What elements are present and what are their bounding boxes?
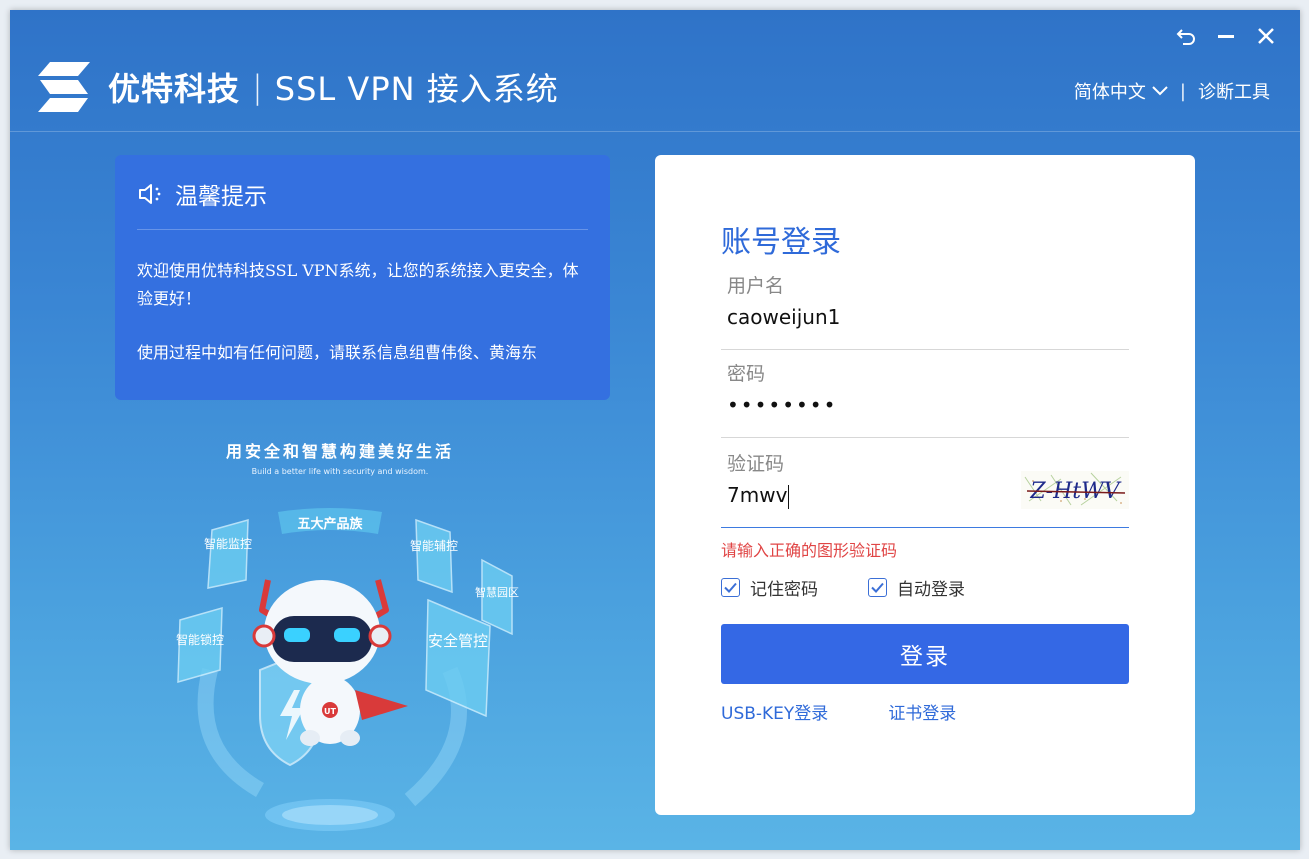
robot-badge-text: UT bbox=[324, 707, 336, 716]
tips-body: 欢迎使用优特科技SSL VPN系统，让您的系统接入更安全，体验更好！ 使用过程中… bbox=[137, 257, 588, 367]
card-label: 智能锁控 bbox=[176, 632, 224, 647]
tips-welcome-text: 欢迎使用优特科技SSL VPN系统，让您的系统接入更安全，体验更好！ bbox=[137, 261, 579, 308]
captcha-input[interactable]: 7mwv bbox=[727, 483, 790, 509]
window-controls bbox=[1172, 24, 1280, 48]
product-banner: 五大产品族 bbox=[278, 508, 382, 534]
robot-illustration: 五大产品族 智能监控 智能辅控 智慧园区 智能锁控 安全管控 UT bbox=[176, 508, 519, 831]
password-input[interactable]: •••••••• bbox=[727, 393, 837, 417]
login-button[interactable]: 登录 bbox=[721, 624, 1129, 684]
card-label: 智能监控 bbox=[204, 536, 252, 551]
card-label: 安全管控 bbox=[428, 632, 488, 650]
feature-card: 智能辅控 bbox=[410, 518, 458, 594]
minimize-icon[interactable] bbox=[1212, 24, 1240, 48]
usb-key-login-link[interactable]: USB-KEY登录 bbox=[721, 699, 828, 724]
promo-illustration: 用安全和智慧构建美好生活 Build a better life with se… bbox=[150, 420, 530, 840]
feature-card: 智能监控 bbox=[204, 519, 252, 589]
tips-header: 温馨提示 bbox=[137, 177, 267, 211]
tips-panel: 温馨提示 欢迎使用优特科技SSL VPN系统，让您的系统接入更安全，体验更好！ … bbox=[115, 155, 610, 400]
header-actions: 简体中文 | 诊断工具 bbox=[1074, 78, 1270, 104]
remember-password-checkbox[interactable]: 记住密码 bbox=[721, 575, 818, 600]
remember-password-label: 记住密码 bbox=[750, 580, 818, 600]
tips-contact-text: 使用过程中如有任何问题，请联系信息组曹伟俊、黄海东 bbox=[137, 343, 538, 362]
password-label: 密码 bbox=[727, 363, 766, 385]
username-label: 用户名 bbox=[727, 275, 785, 297]
feature-card: 安全管控 bbox=[425, 598, 491, 718]
header-separator: | bbox=[1179, 80, 1186, 102]
app-title: 优特科技 | SSL VPN 接入系统 bbox=[108, 64, 559, 110]
vpn-client-window: 优特科技 | SSL VPN 接入系统 简体中文 | 诊断工具 温馨提示 欢迎使… bbox=[10, 10, 1300, 850]
captcha-image[interactable]: Z-HtWV bbox=[1021, 471, 1129, 509]
speaker-icon bbox=[139, 184, 161, 204]
header-divider bbox=[10, 131, 1300, 132]
diagnostic-tool-link[interactable]: 诊断工具 bbox=[1198, 78, 1270, 104]
text-caret bbox=[788, 484, 790, 509]
product-name: SSL VPN 接入系统 bbox=[274, 70, 559, 108]
company-name: 优特科技 bbox=[108, 70, 241, 108]
language-selector[interactable]: 简体中文 bbox=[1074, 78, 1168, 104]
login-options: 记住密码 自动登录 bbox=[721, 575, 1015, 600]
close-icon[interactable] bbox=[1252, 24, 1280, 48]
username-field[interactable]: 用户名 caoweijun1 bbox=[721, 271, 1129, 350]
tips-title: 温馨提示 bbox=[175, 184, 267, 210]
captcha-label: 验证码 bbox=[727, 453, 785, 475]
title-separator: | bbox=[252, 68, 263, 106]
restore-icon[interactable] bbox=[1172, 24, 1200, 48]
feature-card: 智能锁控 bbox=[176, 606, 224, 684]
company-logo-icon bbox=[38, 62, 90, 112]
chevron-down-icon bbox=[1152, 86, 1168, 96]
card-label: 智能辅控 bbox=[410, 538, 458, 553]
password-field[interactable]: 密码 •••••••• bbox=[721, 359, 1129, 438]
checkbox-checked-icon bbox=[721, 578, 740, 597]
auto-login-checkbox[interactable]: 自动登录 bbox=[868, 575, 965, 600]
captcha-field[interactable]: 验证码 7mwv Z-HtWV bbox=[721, 449, 1129, 528]
checkbox-checked-icon bbox=[868, 578, 887, 597]
card-label: 智慧园区 bbox=[475, 585, 519, 599]
tips-divider bbox=[137, 229, 588, 230]
username-input[interactable]: caoweijun1 bbox=[727, 305, 840, 329]
banner-text: 五大产品族 bbox=[297, 516, 363, 532]
captcha-error-message: 请输入正确的图形验证码 bbox=[721, 541, 898, 560]
language-label: 简体中文 bbox=[1073, 82, 1146, 103]
alt-login-links: USB-KEY登录 证书登录 bbox=[721, 699, 1016, 724]
captcha-input-value: 7mwv bbox=[727, 483, 788, 507]
certificate-login-link[interactable]: 证书登录 bbox=[888, 699, 956, 724]
login-title: 账号登录 bbox=[721, 225, 841, 260]
login-panel: 账号登录 用户名 caoweijun1 密码 •••••••• 验证码 7mwv… bbox=[655, 155, 1195, 815]
auto-login-label: 自动登录 bbox=[897, 580, 965, 600]
